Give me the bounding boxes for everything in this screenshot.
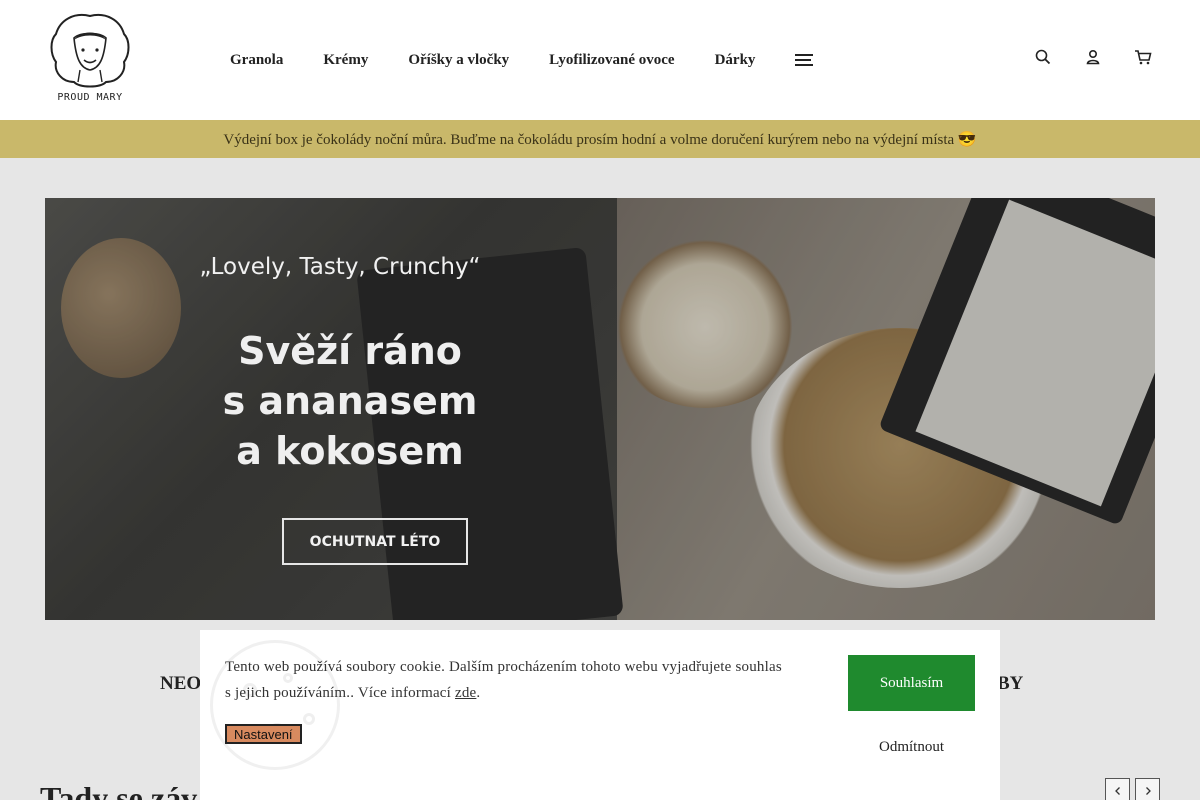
chevron-right-icon bbox=[1145, 786, 1151, 795]
cookie-dialog: Tento web používá soubory cookie. Dalším… bbox=[200, 630, 1000, 800]
logo-mary-icon bbox=[50, 14, 130, 88]
cookie-settings-button[interactable]: Nastavení bbox=[225, 724, 302, 744]
search-icon[interactable] bbox=[1034, 48, 1052, 66]
cookie-message-text: Tento web používá soubory cookie. Dalším… bbox=[225, 659, 782, 701]
cookie-message-end: . bbox=[476, 685, 481, 701]
cookie-accept-button[interactable]: Souhlasím bbox=[848, 655, 975, 711]
site-header: PROUD MARY Granola Krémy Oříšky a vločky… bbox=[0, 0, 1200, 120]
section-heading-left: NEO bbox=[160, 673, 202, 694]
menu-icon[interactable] bbox=[795, 54, 814, 66]
chevron-left-icon bbox=[1114, 786, 1120, 795]
hero-title-line-3: a kokosem bbox=[236, 429, 464, 473]
hero-quote: „Lovely, Tasty, Crunchy“ bbox=[199, 254, 481, 280]
notice-text: Výdejní box je čokolády noční můra. Buďm… bbox=[223, 131, 977, 148]
cookie-reject-button[interactable]: Odmítnout bbox=[848, 730, 975, 764]
hero-title-line-2: s ananasem bbox=[222, 379, 478, 423]
cart-icon[interactable] bbox=[1134, 48, 1152, 66]
logo-text: PROUD MARY bbox=[57, 92, 123, 103]
carousel-next-button[interactable] bbox=[1135, 778, 1160, 800]
notice-bar: Výdejní box je čokolády noční můra. Buďm… bbox=[0, 120, 1200, 158]
cookie-more-info-link[interactable]: zde bbox=[455, 685, 476, 701]
user-icon[interactable] bbox=[1084, 48, 1102, 66]
hero-banner[interactable]: „Lovely, Tasty, Crunchy“ Svěží ráno s an… bbox=[45, 198, 1155, 620]
logo[interactable]: PROUD MARY bbox=[44, 10, 136, 108]
nav-item-kremy[interactable]: Krémy bbox=[323, 52, 368, 69]
nav-item-darky[interactable]: Dárky bbox=[715, 52, 756, 69]
section-heading-right: BY bbox=[997, 673, 1024, 694]
main-nav: Granola Krémy Oříšky a vločky Lyofilizov… bbox=[210, 40, 814, 80]
nav-item-granola[interactable]: Granola bbox=[230, 52, 283, 69]
featured-heading: Tady se záv bbox=[40, 780, 198, 800]
hero-cta-button[interactable]: OCHUTNAT LÉTO bbox=[282, 518, 468, 565]
cookie-message: Tento web používá soubory cookie. Dalším… bbox=[225, 654, 785, 706]
nav-item-lyofilizovane[interactable]: Lyofilizované ovoce bbox=[549, 52, 674, 69]
carousel-prev-button[interactable] bbox=[1105, 778, 1130, 800]
hero-title-line-1: Svěží ráno bbox=[238, 329, 462, 373]
header-icons bbox=[1034, 48, 1152, 66]
nav-item-orisky[interactable]: Oříšky a vločky bbox=[408, 52, 509, 69]
hero-title: Svěží ráno s ananasem a kokosem bbox=[195, 326, 505, 476]
